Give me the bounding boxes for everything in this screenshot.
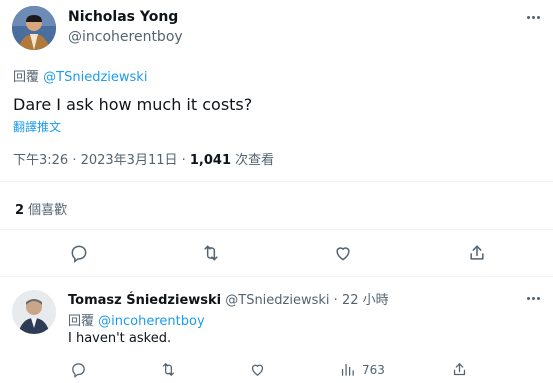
reply-views-count: 763 (362, 362, 385, 377)
reply-time[interactable]: 22 小時 (342, 293, 389, 308)
likes-count: 2 (15, 203, 25, 218)
likes-stat[interactable]: 2 個喜歡 (15, 199, 67, 218)
header-separator: · (329, 293, 342, 308)
reply-to-link[interactable]: @incoherentboy (98, 314, 204, 329)
retweet-icon[interactable] (160, 361, 177, 378)
reply-prefix: 回覆 (68, 314, 95, 329)
reply-author-avatar[interactable] (12, 290, 56, 334)
reply-more-icon[interactable] (527, 297, 540, 300)
divider (0, 181, 553, 182)
reply-context: 回覆 @incoherentboy (68, 310, 205, 329)
reply-tweet-text: I haven't asked. (68, 331, 172, 346)
main-reply-context: 回覆 @TSniedziewski (13, 66, 147, 85)
divider (0, 229, 553, 230)
share-icon[interactable] (451, 361, 468, 378)
reply-author-handle[interactable]: @TSniedziewski (225, 293, 329, 308)
reply-header: Tomasz Śniedziewski @TSniedziewski · 22 … (68, 289, 389, 308)
reply-prefix: 回覆 (13, 70, 40, 85)
views-count: 1,041 (189, 153, 232, 168)
like-icon[interactable] (249, 361, 266, 378)
tweet-timestamp[interactable]: 下午3:26 · 2023年3月11日 · (13, 153, 190, 168)
likes-label: 個喜歡 (24, 203, 68, 218)
reply-author-name[interactable]: Tomasz Śniedziewski (68, 293, 221, 308)
reply-to-link[interactable]: @TSniedziewski (43, 70, 147, 85)
views-stat[interactable]: 763 (339, 361, 385, 378)
divider (0, 276, 553, 277)
main-author-name[interactable]: Nicholas Yong (68, 9, 178, 25)
tweet-metadata: 下午3:26 · 2023年3月11日 · 1,041 次查看 (13, 149, 274, 168)
main-author-handle[interactable]: @incoherentboy (68, 29, 183, 45)
reply-icon[interactable] (70, 361, 87, 378)
main-more-icon[interactable] (527, 16, 540, 19)
translate-tweet-link[interactable]: 翻譯推文 (13, 118, 61, 135)
like-icon[interactable] (333, 243, 353, 263)
retweet-icon[interactable] (201, 243, 221, 263)
main-author-avatar[interactable] (12, 6, 56, 50)
views-label: 次查看 (231, 153, 275, 168)
reply-icon[interactable] (69, 243, 89, 263)
main-tweet-text: Dare I ask how much it costs? (13, 95, 253, 114)
share-icon[interactable] (467, 243, 487, 263)
views-icon (339, 361, 356, 378)
